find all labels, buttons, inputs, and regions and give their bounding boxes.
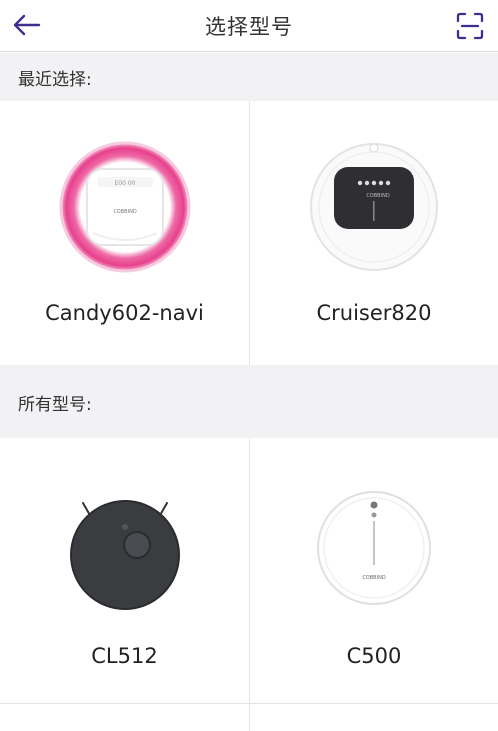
arrow-left-icon: [13, 14, 41, 36]
model-image-black-vacuum: [0, 478, 249, 618]
model-name: Cruiser820: [316, 301, 432, 325]
scan-frame-icon: [456, 12, 484, 40]
model-image-pink-vacuum: E00 00 COBBIND: [0, 137, 249, 277]
recent-section-header: 最近选择:: [0, 53, 498, 101]
scan-button[interactable]: [454, 10, 486, 42]
model-image-white-vacuum: COBBIND: [250, 478, 498, 618]
model-card-partial[interactable]: [249, 704, 498, 731]
model-name: Candy602-navi: [45, 301, 204, 325]
recent-models-grid: E00 00 COBBIND Candy602-navi COBBIND Cru…: [0, 101, 498, 365]
next-models-row: [0, 703, 498, 731]
top-bar: 选择型号: [0, 0, 498, 52]
all-models-section-header: 所有型号:: [0, 365, 498, 438]
model-card-candy602-navi[interactable]: E00 00 COBBIND Candy602-navi: [0, 101, 249, 365]
model-card-c500[interactable]: COBBIND C500: [249, 438, 498, 703]
model-card-partial[interactable]: [0, 704, 249, 731]
svg-text:COBBIND: COBBIND: [113, 209, 137, 215]
model-card-cl512[interactable]: CL512: [0, 438, 249, 703]
model-card-cruiser820[interactable]: COBBIND Cruiser820: [249, 101, 498, 365]
model-image-white-vacuum-dark-panel: COBBIND: [250, 137, 498, 277]
svg-text:COBBIND: COBBIND: [362, 575, 386, 581]
all-models-grid: CL512 COBBIND C500: [0, 438, 498, 703]
page-title: 选择型号: [205, 14, 293, 39]
back-button[interactable]: [10, 10, 44, 40]
model-name: CL512: [91, 644, 158, 668]
svg-text:E00 00: E00 00: [114, 180, 135, 187]
svg-text:COBBIND: COBBIND: [366, 193, 390, 199]
model-name: C500: [346, 644, 402, 668]
